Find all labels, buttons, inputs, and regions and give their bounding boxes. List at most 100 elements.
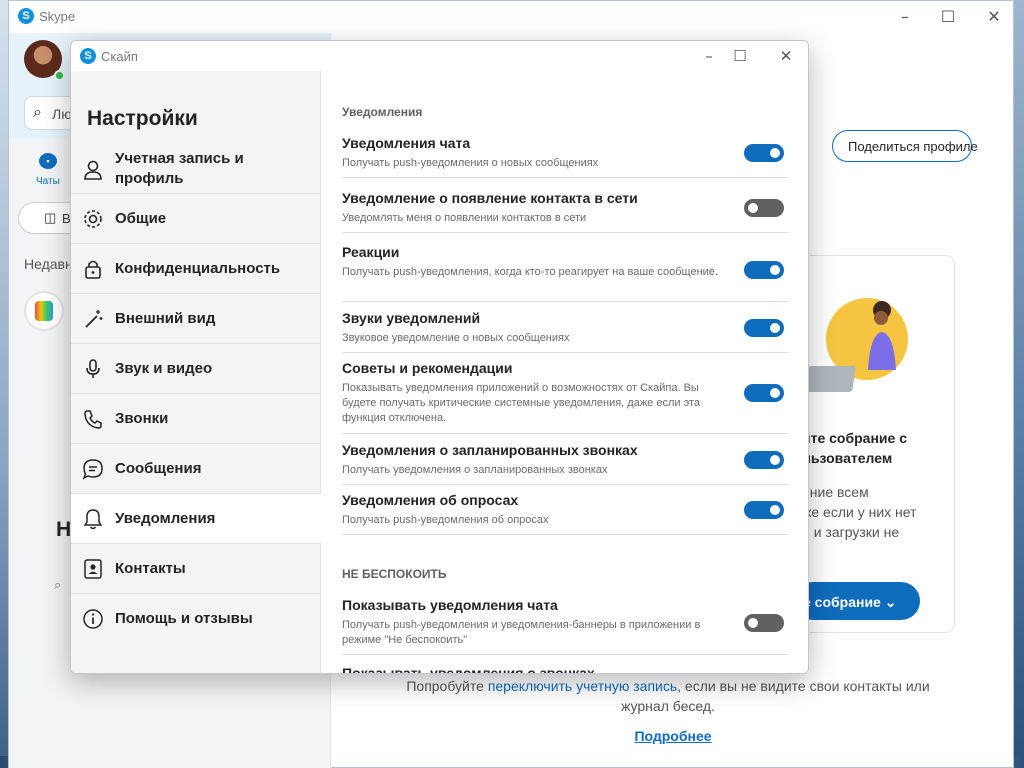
toggle-knob xyxy=(770,148,780,158)
sidebar-item-label: Учетная запись и профиль xyxy=(115,149,244,189)
polls-toggle[interactable] xyxy=(744,501,784,519)
start-meeting-label: е собрание ⌄ xyxy=(803,594,897,610)
lock-icon xyxy=(85,260,101,279)
setting-title: Уведомление о появление контакта в сети xyxy=(342,190,638,206)
reactions-toggle[interactable] xyxy=(744,261,784,279)
setting-row-contact-online: Уведомление о появление контакта в сети … xyxy=(342,190,789,233)
hint-text: , если вы не видите свои контакты или xyxy=(677,678,930,694)
sidebar-item-label: Контакты xyxy=(115,560,186,577)
search-placeholder: Лю xyxy=(52,106,72,122)
magic-wand-icon xyxy=(85,310,103,328)
tab-chats[interactable]: Чаты xyxy=(36,176,60,187)
sidebar-item-audio-video[interactable]: Звук и видео xyxy=(71,343,321,393)
sidebar-item-privacy[interactable]: Конфиденциальность xyxy=(71,243,321,293)
setting-title: Реакции xyxy=(342,244,400,260)
sidebar-item-help[interactable]: Помощь и отзывы xyxy=(71,593,321,643)
sidebar-item-label-line1: Учетная запись и xyxy=(115,150,244,167)
skype-logo-icon: S xyxy=(18,8,34,24)
sidebar-item-label: Конфиденциальность xyxy=(115,260,281,277)
sidebar-item-label: Звонки xyxy=(115,410,169,427)
setting-description: Показывать уведомления приложений о возм… xyxy=(342,382,700,424)
hint-text: Попробуйте xyxy=(406,678,488,694)
setting-title: Показывать уведомления о звонках xyxy=(342,665,595,674)
setting-description: Получать push-уведомления об опросах xyxy=(342,514,549,526)
settings-dialog: S Скайп – ☐ ✕ Настройки Учетная запись и… xyxy=(70,40,809,674)
dialog-minimize-button[interactable]: – xyxy=(697,45,721,67)
card-text-line3: и и загрузки не xyxy=(802,524,900,540)
sidebar-item-label: Звук и видео xyxy=(115,360,213,377)
sidebar-item-label-line2: профиль xyxy=(115,170,184,187)
presence-online-icon xyxy=(54,70,65,81)
toggle-knob xyxy=(748,618,758,628)
toggle-knob xyxy=(770,455,780,465)
learn-more-link[interactable]: Подробнее xyxy=(330,728,1016,744)
person-icon xyxy=(84,160,102,180)
scheduled-calls-toggle[interactable] xyxy=(744,451,784,469)
chat-notifications-toggle[interactable] xyxy=(744,144,784,162)
switch-account-link[interactable]: переключить учетную запись xyxy=(488,678,677,694)
dialog-maximize-button[interactable]: ☐ xyxy=(728,45,752,67)
sidebar-item-general[interactable]: Общие xyxy=(71,193,321,243)
sidebar-item-messages[interactable]: Сообщения xyxy=(71,443,321,493)
share-profile-label: Поделиться профиле xyxy=(848,139,978,154)
card-text-line2: же если у них нет xyxy=(802,504,917,520)
bell-icon xyxy=(83,509,103,530)
card-title-line1: йте собрание с xyxy=(802,430,907,446)
sidebar-item-contacts[interactable]: Контакты xyxy=(71,543,321,593)
toggle-knob xyxy=(770,388,780,398)
close-button[interactable]: ✕ xyxy=(982,6,1006,28)
settings-content: Уведомления Уведомления чата Получать pu… xyxy=(322,71,808,674)
dnd-chat-toggle[interactable] xyxy=(744,614,784,632)
card-text-line1: ение всем xyxy=(802,484,869,500)
dialog-titlebar: S Скайп – ☐ ✕ xyxy=(71,41,808,71)
setting-title: Уведомления чата xyxy=(342,135,471,151)
chat-bubble-icon xyxy=(82,459,103,480)
sidebar-item-account[interactable]: Учетная запись и профиль xyxy=(71,145,321,195)
setting-description: Получать push-уведомления о новых сообще… xyxy=(342,157,599,169)
setting-description: Уведомлять меня о появлении контактов в … xyxy=(342,212,587,224)
skype-logo-icon: S xyxy=(80,48,96,64)
sidebar-item-label: Помощь и отзывы xyxy=(115,610,253,627)
switch-account-hint: Попробуйте переключить учетную запись, е… xyxy=(330,678,1006,694)
search-icon: ⌕ xyxy=(33,104,42,121)
setting-row-notification-sounds: Звуки уведомлений Звуковое уведомление о… xyxy=(342,310,789,353)
minimize-button[interactable]: – xyxy=(893,6,917,28)
setting-row-dnd-calls: Показывать уведомления о звонках xyxy=(342,665,789,674)
section-title-notifications: Уведомления xyxy=(342,105,423,119)
tips-toggle[interactable] xyxy=(744,384,784,402)
info-icon xyxy=(83,609,103,629)
setting-title: Показывать уведомления чата xyxy=(342,597,558,613)
setting-row-tips: Советы и рекомендации Показывать уведомл… xyxy=(342,360,789,434)
chats-icon[interactable]: ▪ xyxy=(39,153,57,169)
section-title-do-not-disturb: НЕ БЕСПОКОИТЬ xyxy=(342,567,447,581)
setting-description: Получать push-уведомления, когда кто-то … xyxy=(342,266,718,278)
setting-title: Уведомления о запланированных звонках xyxy=(342,442,638,458)
setting-title: Советы и рекомендации xyxy=(342,360,513,376)
toggle-knob xyxy=(770,505,780,515)
sidebar-item-calls[interactable]: Звонки xyxy=(71,393,321,443)
new-chat-heading: Н xyxy=(56,518,72,541)
setting-description: Получать уведомления о запланированных з… xyxy=(342,464,608,476)
settings-sidebar: Настройки Учетная запись и профиль Общие xyxy=(71,71,321,673)
maximize-button[interactable]: ☐ xyxy=(936,6,960,28)
toggle-knob xyxy=(770,265,780,275)
phone-icon xyxy=(84,410,102,429)
sidebar-item-appearance[interactable]: Внешний вид xyxy=(71,293,321,343)
dialog-close-button[interactable]: ✕ xyxy=(774,45,798,67)
sidebar-item-label: Внешний вид xyxy=(115,310,216,327)
setting-title: Звуки уведомлений xyxy=(342,310,481,326)
setting-description: Получать push-уведомления и уведомления-… xyxy=(342,619,701,646)
illustration-laptop-icon xyxy=(804,366,856,392)
setting-description: Звуковое уведомление о новых сообщениях xyxy=(342,332,570,344)
microphone-icon xyxy=(86,359,100,378)
contact-online-toggle[interactable] xyxy=(744,199,784,217)
main-titlebar: S Skype – ☐ ✕ xyxy=(9,1,1013,33)
setting-row-scheduled-calls: Уведомления о запланированных звонках По… xyxy=(342,442,789,485)
sidebar-item-label: Общие xyxy=(115,210,167,227)
sidebar-item-label: Сообщения xyxy=(115,460,202,477)
bot-avatar-icon xyxy=(35,301,53,321)
setting-title: Уведомления об опросах xyxy=(342,492,519,508)
setting-row-reactions: Реакции Получать push-уведомления, когда… xyxy=(342,244,789,302)
notification-sounds-toggle[interactable] xyxy=(744,319,784,337)
sidebar-item-notifications[interactable]: Уведомления xyxy=(71,493,321,543)
